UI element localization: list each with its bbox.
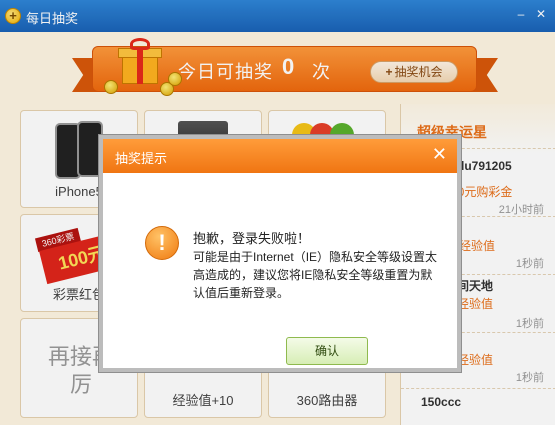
close-icon[interactable]: ✕ — [432, 144, 447, 165]
draw-alert-dialog: 抽奖提示 ✕ ! 抱歉，登录失败啦！ 可能是由于Internet（IE）隐私安全… — [99, 135, 461, 372]
dialog-header: 抽奖提示 ✕ — [103, 139, 457, 173]
dialog-message-title: 抱歉，登录失败啦！ — [193, 231, 311, 246]
dialog-message-body: 可能是由于Internet（IE）隐私安全等级设置太高造成的，建议您将IE隐私安… — [193, 250, 438, 300]
warning-icon: ! — [145, 226, 179, 260]
confirm-button[interactable]: 确认 — [286, 337, 368, 365]
dialog-title: 抽奖提示 — [115, 151, 168, 166]
